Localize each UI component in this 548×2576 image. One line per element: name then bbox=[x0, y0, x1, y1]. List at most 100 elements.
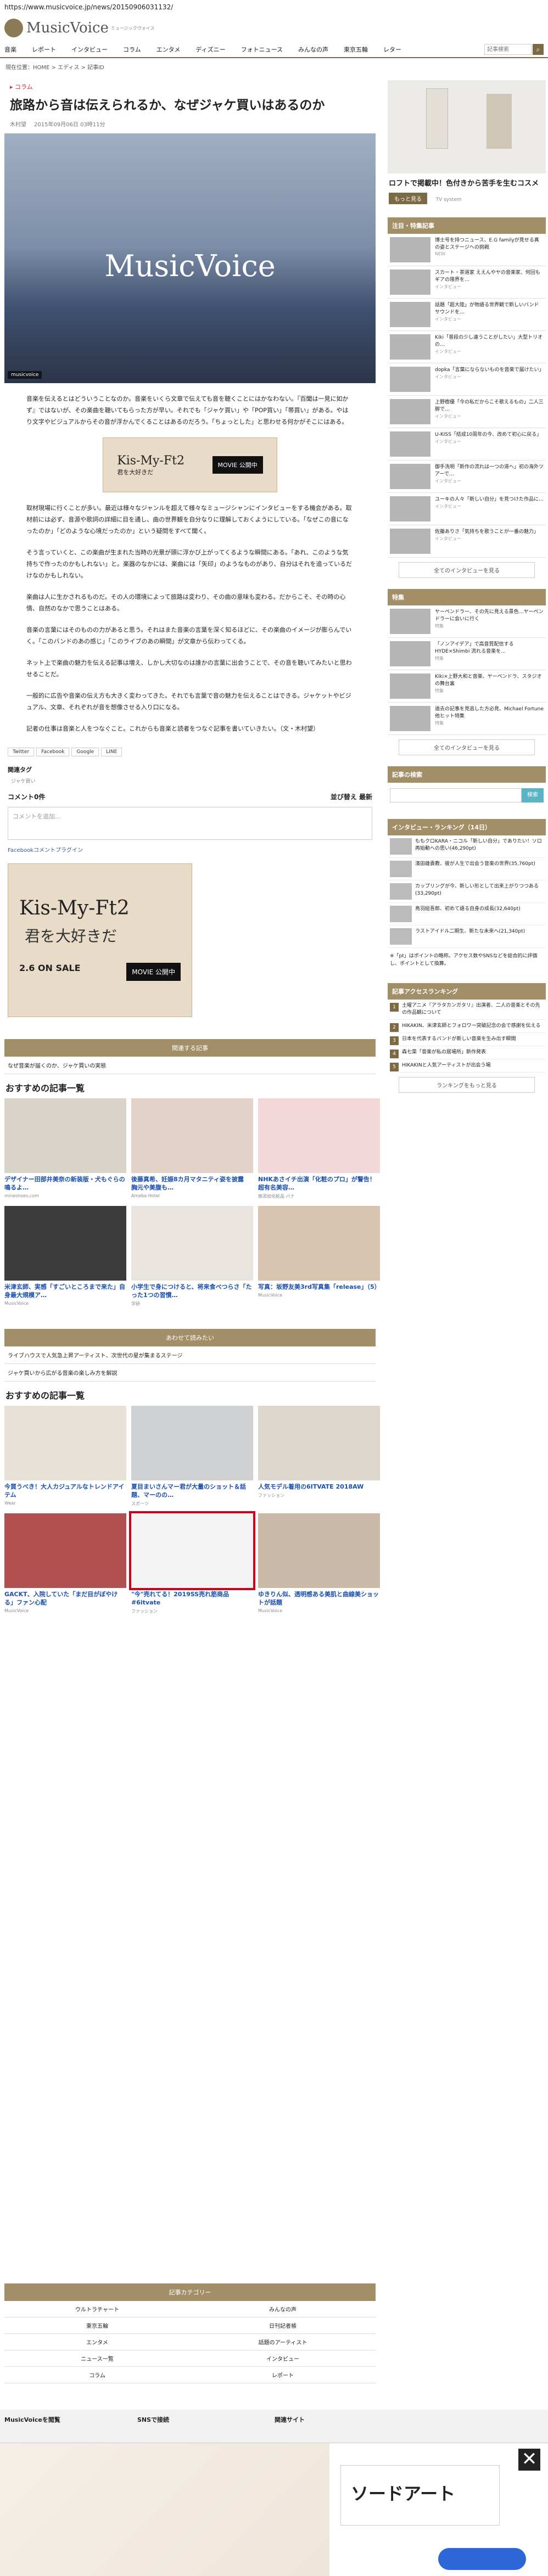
share-line-button[interactable]: LINE bbox=[101, 748, 122, 756]
card-image bbox=[131, 1206, 253, 1281]
special-tag: 特集 bbox=[435, 721, 444, 726]
related-link[interactable]: なぜ音楽が届くのか、ジャケ買いの実態 bbox=[4, 1057, 376, 1074]
news-item[interactable]: ユーキの人々「新しい自分」を見つけた作品に… インタビュー bbox=[388, 493, 546, 525]
news-item[interactable]: Kiki「普段の少し違うことがしたい」大型トリオの… インタビュー bbox=[388, 331, 546, 363]
site-header: MusicVoice ミュージックヴォイス bbox=[0, 14, 548, 42]
nav-item-interview[interactable]: インタビュー bbox=[71, 45, 108, 54]
nav-search-input[interactable] bbox=[484, 44, 532, 55]
news-head: 注目・特集記事 bbox=[388, 217, 546, 234]
special-item[interactable]: 「ノンアイデア」で高音質配信するHYDE×Shimbi 流れる音楽を… 特集 bbox=[388, 638, 546, 670]
close-icon[interactable]: ✕ bbox=[518, 2449, 540, 2471]
special-item[interactable]: ヤーペンドラー、その先に見える景色…ヤーペンドラーに会いに行く 特集 bbox=[388, 605, 546, 638]
special-item[interactable]: Kiki×上野大和と音楽、ヤーペンドラ、スタジオの舞台裏 特集 bbox=[388, 670, 546, 703]
recommended-card[interactable]: 夏目まいさんマー君が大量のショット＆話題、マーのの… スポーツ bbox=[131, 1406, 253, 1507]
sidebar-ad-button[interactable]: もっと見る bbox=[389, 193, 427, 204]
site-logo[interactable]: MusicVoice ミュージックヴォイス bbox=[4, 19, 155, 37]
more-ranking-button[interactable]: ランキングをもっと見る bbox=[399, 1077, 535, 1093]
recommended-card[interactable]: GACKT、入院していた「まだ目がぼやける」ファン心配 MusicVoice bbox=[4, 1513, 126, 1614]
facebook-comment-plugin[interactable]: Facebookコメントプラグイン bbox=[4, 843, 376, 856]
footer-category-link[interactable]: ウルトラチャート bbox=[4, 2301, 190, 2317]
footer-category-link[interactable]: レポート bbox=[190, 2367, 376, 2383]
news-item[interactable]: 博士号を持つニュース、E.G familyが見せる真の姿とステージへの挑戦 NEW bbox=[388, 234, 546, 266]
share-facebook-button[interactable]: Facebook bbox=[36, 748, 70, 756]
footer-category-link[interactable]: 話題のアーティスト bbox=[190, 2334, 376, 2350]
recommended-card-highlighted[interactable]: "今"売れてる！2019SS売れ筋商品 #6itvate ファッション bbox=[129, 1511, 255, 1614]
rank-item[interactable]: ラストアイドル二期生、新たな未来へ(21,340pt) bbox=[388, 925, 546, 948]
footer-category-link[interactable]: 日刊記者帳 bbox=[190, 2317, 376, 2334]
more-interviews-button[interactable]: 全てのインタビューを見る bbox=[399, 562, 535, 578]
rank-item[interactable]: カップリングが今、新しい形として出来上がりつつある(33,290pt) bbox=[388, 880, 546, 903]
footer-category-link[interactable]: ニュース一覧 bbox=[4, 2350, 190, 2367]
nav-item-disney[interactable]: ディズニー bbox=[195, 45, 225, 54]
rank-number: 5 bbox=[390, 1063, 399, 1071]
nav-item-entertainment[interactable]: エンタメ bbox=[156, 45, 181, 54]
popular-link[interactable]: ジャケ買いから広がる音楽の楽しみ方を解説 bbox=[4, 1364, 376, 1382]
inline-ad-title: Kis-My-Ft2 bbox=[117, 453, 184, 468]
news-item[interactable]: 佐藤ありさ「気持ちを歌うことが一番の魅力」 インタビュー bbox=[388, 525, 546, 558]
article-category[interactable]: ▸ コラム bbox=[4, 80, 376, 93]
bottom-overlay-ad[interactable]: ソードアート ✕ bbox=[0, 2443, 548, 2576]
footer-category-link[interactable]: インタビュー bbox=[190, 2350, 376, 2367]
tag-link[interactable]: ジャケ買い bbox=[4, 776, 376, 785]
feature-item[interactable]: 5 HIKAKINと人気アーティストが出会う場 bbox=[388, 1059, 546, 1073]
recommended-card[interactable]: 写真：坂野友美3rd写真集「release」（5） MusicVoice bbox=[258, 1206, 381, 1307]
popular-link[interactable]: ライブハウスで人気急上昇アーティスト、次世代の星が集まるステージ bbox=[4, 1346, 376, 1364]
recommended-card[interactable]: 米津玄師、実感「すごいところまで来た」自身最大規模ア… MusicVoice bbox=[4, 1206, 126, 1307]
footer-category-link[interactable]: エンタメ bbox=[4, 2334, 190, 2350]
recommended-card[interactable]: デザイナー田部井美奈の新装版・犬もぐらの鳴るよ… mineshoes.com bbox=[4, 1098, 126, 1199]
feature-item[interactable]: 3 日本を代表するバンドが新しい音楽を生み出す瞬間 bbox=[388, 1033, 546, 1046]
url-bar[interactable]: https://www.musicvoice.jp/news/201509060… bbox=[0, 0, 548, 14]
nav-item-photo-news[interactable]: フォトニュース bbox=[241, 45, 283, 54]
nav-item-column[interactable]: コラム bbox=[123, 45, 141, 54]
news-item[interactable]: dopka「言葉にならないものを音楽で届けたい」 インタビュー bbox=[388, 363, 546, 396]
recommended-card[interactable]: 小学生で身につけると、将来食べつらさ「たった1つの習慣… 学研 bbox=[131, 1206, 253, 1307]
footer-category-link[interactable]: みんなの声 bbox=[190, 2301, 376, 2317]
rank-item[interactable]: 鳥羽総吾郎、初めて語る自身の成長(32,640pt) bbox=[388, 903, 546, 925]
share-google-button[interactable]: Google bbox=[71, 748, 99, 756]
comment-input[interactable]: コメントを追加... bbox=[8, 807, 372, 840]
inline-ad-banner[interactable]: Kis-My-Ft2 君を大好きだ MOVIE 公開中 bbox=[103, 437, 277, 492]
rank-title: ラストアイドル二期生、新たな未来へ(21,340pt) bbox=[415, 929, 525, 934]
nav-item-voice[interactable]: みんなの声 bbox=[298, 45, 328, 54]
recommended-card[interactable]: ゆきりん似、透明感ある美肌と曲線美ショットが話題 MusicVoice bbox=[258, 1513, 380, 1614]
more-special-button[interactable]: 全てのインタビューを見る bbox=[399, 739, 535, 755]
rank-title: 鳥羽総吾郎、初めて語る自身の成長(32,640pt) bbox=[415, 906, 521, 912]
big-ad[interactable]: Kis-My-Ft2 君を大好きだ 2.6 ON SALE MOVIE 公開中 bbox=[8, 863, 192, 1017]
nav-item-report[interactable]: レポート bbox=[32, 45, 56, 54]
sidebar-ad-title[interactable]: ロフトで掲載中！色付きから苦手を生むコスメ bbox=[388, 177, 546, 190]
news-title: スカート・茶道家 ええんやヤの音楽家、何回もギアの限界を… bbox=[435, 270, 540, 283]
bottom-ad-bubble[interactable] bbox=[438, 2548, 526, 2570]
recommended-card[interactable]: NHKあさイチ出演「化粧のプロ」が警告！超有名美容… 無添加化粧品 バナ bbox=[258, 1098, 380, 1199]
news-item[interactable]: U-KISS「結成10周年の今、改めて初心に戻る」 インタビュー bbox=[388, 428, 546, 461]
feature-item[interactable]: 1 土曜アニメ『アラタカンガタリ』出演者、二人の音楽とその先の作品観について bbox=[388, 1000, 546, 1020]
news-item[interactable]: 上野樹優「今の私だからこそ歌えるもの」二人三脚で… インタビュー bbox=[388, 396, 546, 428]
feature-item[interactable]: 4 森七菜「音楽が私の居場所」新作発表 bbox=[388, 1046, 546, 1059]
sidebar-search-button[interactable]: 検索 bbox=[522, 788, 544, 802]
nav-item-music[interactable]: 音楽 bbox=[4, 45, 16, 54]
article-author[interactable]: 木村望 bbox=[10, 120, 26, 128]
rank-thumb bbox=[390, 928, 412, 945]
footer-category-link[interactable]: 東京五輪 bbox=[4, 2317, 190, 2334]
rank-item[interactable]: 濱田雄貴教、彼が人生で出会う音楽の世界(35,760pt) bbox=[388, 858, 546, 880]
nav-item-olympics[interactable]: 東京五輪 bbox=[344, 45, 368, 54]
footer-category-link[interactable]: コラム bbox=[4, 2367, 190, 2383]
recommended-card[interactable]: 人気モデル着用の6ITVATE 2018AW ファッション bbox=[258, 1406, 380, 1507]
search-icon[interactable]: ⌕ bbox=[533, 44, 544, 55]
rank-item[interactable]: ももクロKARA・ニコル「新しい自分」でありたい！ソロ再始動への思い(46,29… bbox=[388, 835, 546, 858]
share-twitter-button[interactable]: Twitter bbox=[8, 748, 35, 756]
news-item[interactable]: スカート・茶道家 ええんやヤの音楽家、何回もギアの限界を… インタビュー bbox=[388, 266, 546, 299]
comments-sort[interactable]: 並び替え 最新 bbox=[331, 792, 372, 801]
recommended-title: おすすめの記事一覧 bbox=[5, 1083, 85, 1093]
news-item[interactable]: 話題「超大陸」が物語る世界観で新しいバンドサウンドを… インタビュー bbox=[388, 299, 546, 331]
nav-item-letter[interactable]: レター bbox=[383, 45, 401, 54]
sidebar-search-input[interactable] bbox=[390, 788, 522, 802]
recommended-card[interactable]: 今買うべき！大人カジュアルなトレンドアイテム Wear bbox=[4, 1406, 126, 1507]
news-item[interactable]: 御手洗明「新作の流れは一つの道へ」初の海外ツアーで… インタビュー bbox=[388, 461, 546, 493]
news-title: 上野樹優「今の私だからこそ歌えるもの」二人三脚で… bbox=[435, 400, 544, 412]
special-item[interactable]: 過去の記事を見逃した方必見、Michael Fortune 他ヒット特集 特集 bbox=[388, 703, 546, 735]
recommended-card[interactable]: 後藤真希、妊娠8カ月マタニティ姿を披露 胸元や美腹も… Ameba Hotel bbox=[131, 1098, 253, 1199]
bottom-ad-image bbox=[0, 2443, 329, 2576]
feature-item[interactable]: 2 HIKAKIN、米津玄師とフォロワー突破記念の会で感謝を伝える bbox=[388, 1020, 546, 1033]
sidebar-ad-image[interactable] bbox=[388, 80, 546, 173]
card-caption: 小学生で身につけると、将来食べつらさ「たった1つの習慣… bbox=[131, 1283, 252, 1299]
